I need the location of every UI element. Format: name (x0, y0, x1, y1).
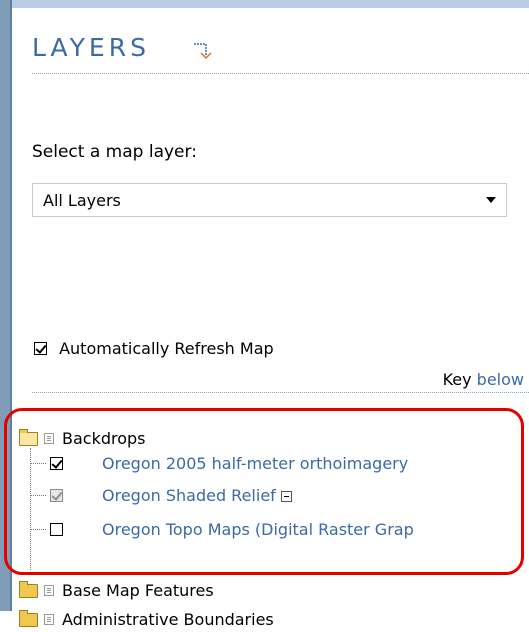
layer-checkbox[interactable] (50, 457, 63, 470)
collapse-minus-icon[interactable] (280, 491, 292, 502)
tree-connector (30, 463, 46, 464)
tree-connector (30, 529, 46, 530)
group-node-icon (44, 433, 54, 444)
group-node-icon (44, 614, 54, 625)
group-label: Administrative Boundaries (62, 610, 274, 629)
collapse-arrow-icon[interactable] (192, 40, 214, 62)
layer-link[interactable]: Oregon 2005 half-meter orthoimagery (102, 454, 408, 473)
auto-refresh-label: Automatically Refresh Map (59, 339, 274, 358)
layer-checkbox[interactable] (50, 523, 63, 536)
folder-icon (19, 610, 38, 627)
layer-select-value: All Layers (43, 191, 121, 210)
group-label: Backdrops (62, 429, 146, 448)
key-prefix: Key (442, 370, 472, 389)
chevron-down-icon (486, 197, 496, 203)
layer-link-row: Oregon Shaded Relief (102, 486, 292, 505)
auto-refresh-row: Automatically Refresh Map (34, 338, 274, 358)
folder-icon (19, 581, 38, 598)
tree-connector (30, 495, 46, 496)
layer-select[interactable]: All Layers (32, 183, 507, 217)
panel-title: LAYERS (32, 33, 150, 62)
layers-panel: LAYERS Select a map layer: All Layers Au… (12, 8, 529, 629)
layer-link[interactable]: Oregon Topo Maps (Digital Raster Grap (102, 520, 414, 539)
auto-refresh-checkbox[interactable] (34, 342, 47, 355)
key-below-link[interactable]: below (477, 370, 524, 389)
folder-open-icon (19, 429, 38, 446)
select-layer-label: Select a map layer: (32, 142, 197, 162)
window-top-border (0, 0, 529, 8)
layer-checkbox[interactable] (50, 489, 63, 502)
window-left-border (0, 0, 12, 611)
group-node-icon (44, 585, 54, 596)
layer-link[interactable]: Oregon Shaded Relief (102, 486, 276, 505)
group-label: Base Map Features (62, 581, 214, 600)
key-row: Key below (443, 370, 524, 389)
tree-connector (30, 448, 31, 570)
key-divider (32, 392, 529, 393)
title-divider (32, 73, 529, 74)
